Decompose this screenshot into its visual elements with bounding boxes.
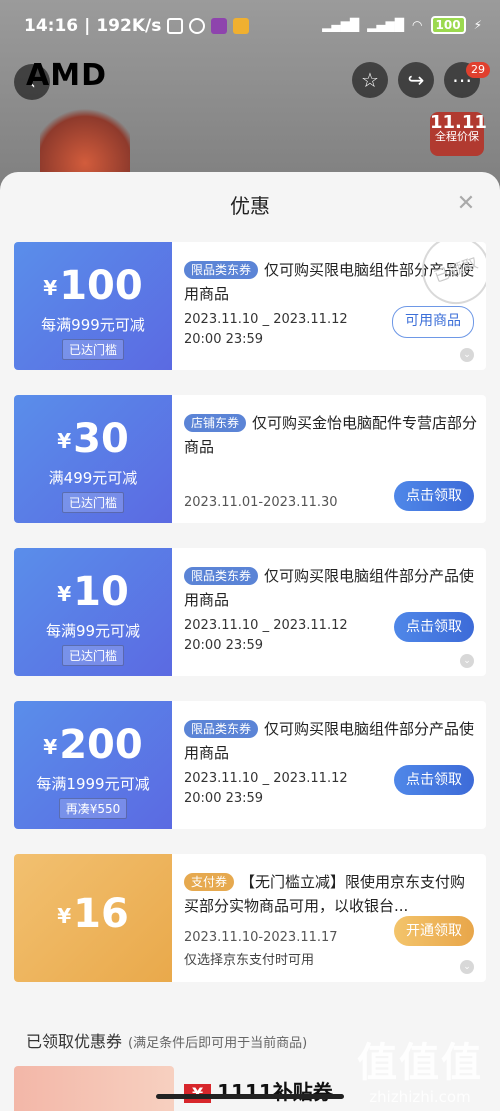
claim-button[interactable]: 点击领取 [394, 765, 474, 795]
alarm-icon [189, 18, 206, 34]
coupon-type-tag: 限品类东券 [184, 567, 259, 585]
network-speed: 192K/s [96, 16, 162, 36]
signal-icon-2: ▂▄▆█ [367, 18, 405, 32]
chevron-down-icon[interactable]: ⌄ [460, 654, 474, 668]
coupon-value-panel: ¥30 满499元可减 已达门槛 [14, 395, 172, 523]
note-app-icon [233, 18, 250, 34]
coupon-card: ¥30 满499元可减 已达门槛 店铺东券 仅可购买金怡电脑配件专营店部分商品 2… [14, 395, 486, 523]
close-icon[interactable]: ✕ [454, 192, 478, 216]
coupon-type-tag: 限品类东券 [184, 261, 259, 279]
claim-button[interactable]: 点击领取 [394, 481, 474, 511]
status-right: ▂▄▆█ ▂▄▆█ ◠ 100 ⚡ [322, 16, 482, 34]
site-watermark: 值值值 zhizhizhi.com [357, 1040, 483, 1106]
home-indicator[interactable] [156, 1094, 344, 1099]
coupon-status-tag: 再凑¥550 [58, 798, 128, 819]
sheet-title: 优惠 [230, 194, 270, 218]
claim-button[interactable]: 点击领取 [394, 612, 474, 642]
favorite-button[interactable]: ☆ [352, 62, 388, 98]
activate-claim-button[interactable]: 开通领取 [394, 916, 474, 946]
coupon-description: 限品类东券 仅可购买限电脑组件部分产品使用商品 [184, 567, 475, 609]
charging-icon: ⚡ [473, 18, 482, 32]
coupon-note: 仅选择京东支付时可用 [184, 953, 315, 968]
coupon-description: 支付券 【无门槛立减】限使用京东支付购买部分实物商品可用，以收银台... [184, 873, 466, 915]
battery-icon: 100 [430, 16, 466, 34]
coupon-dates: 2023.11.10 _ 2023.11.12 20:00 23:59 [184, 618, 348, 653]
brand-logo: AMD [26, 58, 107, 93]
coupon-dates: 2023.11.01-2023.11.30 [184, 495, 338, 510]
coupon-threshold: 每满1999元可减 [36, 775, 150, 793]
coupon-type-tag: 店铺东券 [184, 414, 247, 432]
coupon-amount: ¥200 [43, 722, 143, 768]
coupon-amount: ¥100 [43, 263, 143, 309]
coupon-description: 限品类东券 仅可购买限电脑组件部分产品使用商品 [184, 720, 475, 762]
coupon-card: ¥16 支付券 【无门槛立减】限使用京东支付购买部分实物商品可用，以收银台... … [14, 854, 486, 982]
coupon-threshold: 满499元可减 [48, 469, 138, 487]
coupon-status-tag: 已达门槛 [61, 339, 124, 360]
available-products-button[interactable]: 可用商品 [392, 306, 474, 338]
claimed-section-header: 已领取优惠券 (满足条件后即可用于当前商品) [26, 1032, 308, 1051]
coupon-dates: 2023.11.10-2023.11.17 [184, 930, 338, 945]
coupon-status-tag: 已达门槛 [61, 645, 124, 666]
coupon-sheet: 优惠 ✕ ¥100 每满999元可减 已达门槛 限品类东券 仅可购买限电脑组件部分… [0, 172, 500, 1111]
coupon-description: 店铺东券 仅可购买金怡电脑配件专营店部分商品 [184, 414, 478, 456]
coupon-value-panel: ¥16 [14, 854, 172, 982]
coupon-card: ¥100 每满999元可减 已达门槛 限品类东券 仅可购买限电脑组件部分产品使用商… [14, 242, 486, 370]
mute-icon [167, 18, 184, 34]
background-page: 14:16 | 192K/s ▂▄▆█ ▂▄▆█ ◠ 100 ⚡ ‹ AMD ☆… [0, 0, 500, 200]
claimed-coupon-preview[interactable] [14, 1066, 174, 1111]
claimed-coupon-label: ¥1111补贴券 [184, 1076, 333, 1105]
status-bar: 14:16 | 192K/s ▂▄▆█ ▂▄▆█ ◠ 100 ⚡ [0, 0, 500, 56]
coupon-dates: 2023.11.10 _ 2023.11.12 20:00 23:59 [184, 771, 348, 806]
coupon-dates: 2023.11.10 _ 2023.11.12 20:00 23:59 [184, 312, 348, 347]
coupon-details: 限品类东券 仅可购买限电脑组件部分产品使用商品 2023.11.10 _ 2023… [184, 564, 480, 656]
notification-badge: 29 [466, 62, 490, 78]
coupon-type-tag: 限品类东券 [184, 720, 259, 738]
coupon-value-panel: ¥10 每满99元可减 已达门槛 [14, 548, 172, 676]
share-button[interactable]: ↪ [398, 62, 434, 98]
coupon-card: ¥200 每满1999元可减 再凑¥550 限品类东券 仅可购买限电脑组件部分产品… [14, 701, 486, 829]
coupon-details: 限品类东券 仅可购买限电脑组件部分产品使用商品 2023.11.10 _ 2023… [184, 717, 480, 809]
wifi-icon: ◠ [412, 18, 423, 32]
coupon-value-panel: ¥100 每满999元可减 已达门槛 [14, 242, 172, 370]
app-notification-icon [211, 18, 228, 34]
status-time: 14:16 [24, 16, 79, 36]
coupon-value-panel: ¥200 每满1999元可减 再凑¥550 [14, 701, 172, 829]
price-protect-badge[interactable]: 11.11 全程价保 [430, 112, 487, 156]
signal-icon: ▂▄▆█ [322, 18, 360, 32]
coupon-amount: ¥10 [57, 569, 129, 615]
coupon-amount: ¥16 [57, 891, 129, 937]
coupon-type-tag: 支付券 [184, 873, 235, 891]
coupon-threshold: 每满99元可减 [45, 622, 141, 640]
chevron-down-icon[interactable]: ⌄ [460, 960, 474, 974]
coupon-amount: ¥30 [57, 416, 129, 462]
status-left: 14:16 | 192K/s [24, 16, 250, 36]
coupon-card: ¥10 每满99元可减 已达门槛 限品类东券 仅可购买限电脑组件部分产品使用商品 … [14, 548, 486, 676]
coupon-status-tag: 已达门槛 [61, 492, 124, 513]
chevron-down-icon[interactable]: ⌄ [460, 348, 474, 362]
coupon-threshold: 每满999元可减 [41, 316, 145, 334]
